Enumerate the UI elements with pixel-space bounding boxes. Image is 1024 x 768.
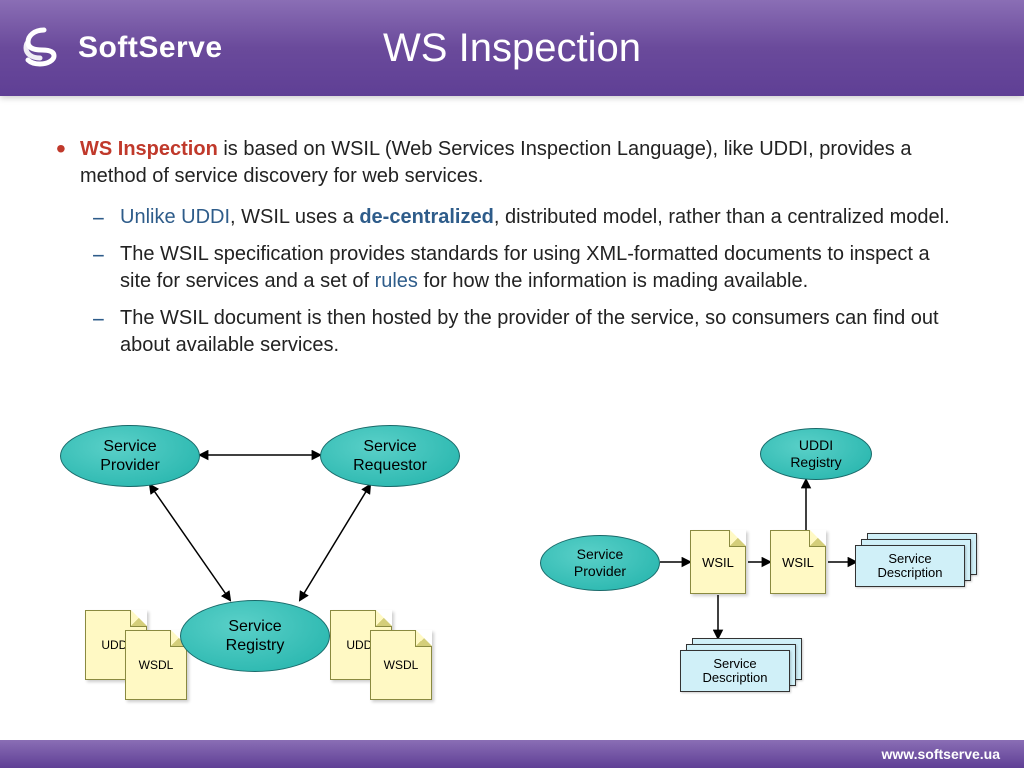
diagrams-area: Service Provider Service Requestor UDDI … xyxy=(0,420,1024,730)
ellipse-uddi-registry: UDDI Registry xyxy=(760,428,872,480)
doc-wsdl-left-1: WSDL xyxy=(125,630,187,700)
stack-service-description-bottom: Service Description xyxy=(680,650,790,692)
ws-inspection-label: WS Inspection xyxy=(80,138,218,160)
sub-bullet-1: Unlike UDDI, WSIL uses a de-centralized,… xyxy=(120,204,964,231)
unlike-uddi: Unlike UDDI xyxy=(120,206,230,228)
brand-name: SoftServe xyxy=(78,31,223,65)
decentralized: de-centralized xyxy=(359,206,493,228)
slide-footer: www.softserve.ua xyxy=(0,740,1024,768)
softserve-logo-icon xyxy=(20,24,68,72)
footer-url: www.softserve.ua xyxy=(881,746,1000,762)
ellipse-service-provider-right: Service Provider xyxy=(540,535,660,591)
ellipse-service-provider: Service Provider xyxy=(60,425,200,487)
sub-bullet-2: The WSIL specification provides standard… xyxy=(120,241,964,295)
stack-service-description-right: Service Description xyxy=(855,545,965,587)
ellipse-service-requestor: Service Requestor xyxy=(320,425,460,487)
bullet-main: WS Inspection is based on WSIL (Web Serv… xyxy=(80,136,964,190)
sub-bullet-list: Unlike UDDI, WSIL uses a de-centralized,… xyxy=(120,204,964,359)
ellipse-service-registry: Service Registry xyxy=(180,600,330,672)
doc-wsil-2: WSIL xyxy=(770,530,826,594)
slide-title: WS Inspection xyxy=(383,26,641,71)
doc-wsdl-left-2: WSDL xyxy=(370,630,432,700)
sub-bullet-3: The WSIL document is then hosted by the … xyxy=(120,305,964,359)
doc-wsil-1: WSIL xyxy=(690,530,746,594)
slide-header: SoftServe WS Inspection xyxy=(0,0,1024,96)
slide-body: WS Inspection is based on WSIL (Web Serv… xyxy=(0,96,1024,359)
rules: rules xyxy=(375,270,418,292)
brand-logo: SoftServe xyxy=(20,24,223,72)
